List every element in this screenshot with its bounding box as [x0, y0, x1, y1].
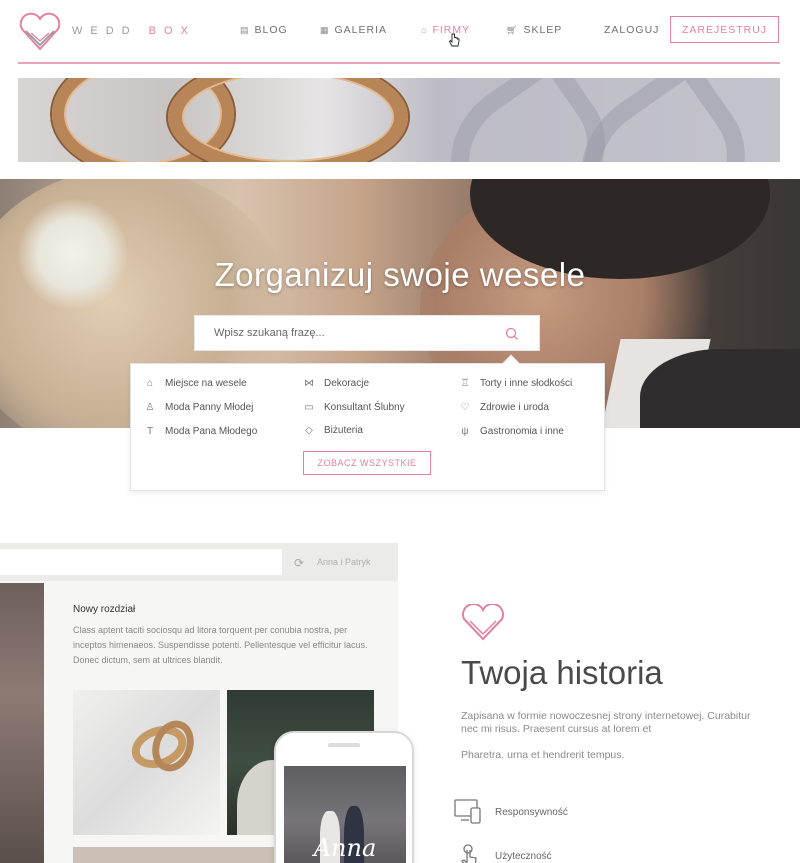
category-label: Dekoracje: [324, 378, 370, 389]
search-input[interactable]: [214, 327, 494, 339]
feature-label: Użyteczność: [495, 850, 552, 862]
category-item[interactable]: ♙ Moda Panny Młodej: [144, 402, 254, 413]
category-label: Miejsce na wesele: [165, 378, 247, 389]
header-divider: [18, 62, 780, 64]
login-label: ZALOGUJ: [604, 24, 660, 36]
refresh-icon: ⟳: [294, 556, 305, 570]
logo-text-part1: WEDD: [72, 25, 138, 37]
hand-cursor-icon: [448, 33, 460, 47]
store-icon: ⌂: [421, 25, 428, 35]
category-label: Moda Pana Młodego: [165, 426, 258, 437]
category-item[interactable]: ψ Gastronomia i inne: [459, 426, 564, 437]
feature-responsive: Responsywność: [453, 798, 568, 826]
nav-blog-label: BLOG: [254, 24, 288, 36]
nav-blog[interactable]: ▤ BLOG: [240, 24, 288, 36]
tie-icon: T: [146, 426, 154, 437]
diamond-icon: ◇: [305, 425, 313, 436]
mockup-chapter-title: Nowy rozdział: [73, 604, 136, 615]
feature-usability: Użyteczność: [453, 843, 552, 863]
cutlery-icon: ψ: [461, 426, 469, 437]
mockup-chapter-text: Class aptent taciti sociosqu ad litora t…: [73, 625, 368, 665]
category-dropdown: ⌂ Miejsce na wesele ♙ Moda Panny Młodej TM…: [130, 354, 605, 491]
hero-title: Zorganizuj swoje wesele: [214, 256, 586, 293]
logo-text: WEDD BOX: [72, 25, 196, 37]
category-item[interactable]: ▭ Konsultant Ślubny: [303, 402, 405, 413]
phone-name: Anna: [313, 834, 377, 862]
story-text-2: Pharetra. urna et hendrerit tempus.: [461, 749, 625, 761]
heart-icon: ♡: [460, 402, 470, 413]
touch-icon: [461, 844, 477, 863]
heart-outline-icon: [462, 604, 504, 641]
cake-icon: ♖: [460, 378, 470, 389]
category-label: Moda Panny Młodej: [165, 402, 254, 413]
phone-screen: Anna: [284, 766, 406, 863]
category-item[interactable]: ⋈ Dekoracje: [303, 378, 369, 389]
login-link[interactable]: ZALOGUJ: [604, 24, 659, 36]
dress-icon: ♙: [145, 402, 155, 413]
category-item[interactable]: ♖ Torty i inne słodkości: [459, 378, 573, 389]
banner-image: [18, 78, 780, 162]
category-item[interactable]: T Moda Pana Młodego: [144, 426, 257, 437]
category-label: Torty i inne słodkości: [480, 378, 573, 389]
search-icon[interactable]: [505, 327, 519, 341]
house-icon: ⌂: [146, 378, 154, 389]
register-button[interactable]: ZAREJESTRUJ: [670, 16, 779, 43]
search-box: [194, 315, 540, 351]
heart-logo-icon: [19, 12, 61, 51]
category-item[interactable]: ◇ Biżuteria: [303, 425, 363, 436]
mockup-photo: [73, 847, 274, 863]
feature-label: Responsywność: [495, 806, 568, 818]
mockup-address-bar: [0, 549, 282, 575]
nav-galeria[interactable]: ▦ GALERIA: [320, 24, 387, 36]
bow-icon: ⋈: [304, 378, 314, 389]
mockup-toolbar: ⟳ Anna i Patryk: [0, 543, 398, 581]
ring-shape: [168, 78, 408, 162]
category-label: Biżuteria: [324, 425, 363, 436]
nav-galeria-label: GALERIA: [334, 24, 388, 36]
category-item[interactable]: ♡ Zdrowie i uroda: [459, 402, 549, 413]
nav-firmy[interactable]: ⌂ FIRMY: [421, 24, 470, 36]
header: WEDD BOX ▤ BLOG ▦ GALERIA ⌂ FIRMY 🛒︎ SKLEP Z…: [0, 0, 800, 64]
consultant-icon: ▭: [304, 402, 314, 413]
document-icon: ▤: [240, 24, 250, 35]
phone-mockup: Anna: [274, 731, 414, 863]
category-label: Gastronomia i inne: [480, 426, 564, 437]
category-label: Zdrowie i uroda: [480, 402, 549, 413]
category-label: Konsultant Ślubny: [324, 402, 405, 413]
devices-icon: [454, 799, 481, 824]
phone-speaker: [328, 743, 360, 747]
category-item[interactable]: ⌂ Miejsce na wesele: [144, 378, 247, 389]
mockup-photo: [0, 583, 44, 863]
logo-text-part2: BOX: [148, 25, 196, 37]
nav-sklep-label: SKLEP: [523, 24, 563, 36]
mockup-user: Anna i Patryk: [317, 557, 371, 567]
nav-sklep[interactable]: 🛒︎ SKLEP: [506, 24, 562, 36]
cart-icon: 🛒︎: [506, 24, 519, 35]
story-title: Twoja historia: [461, 654, 663, 691]
logo[interactable]: WEDD BOX: [18, 9, 196, 53]
see-all-button[interactable]: ZOBACZ WSZYSTKIE: [303, 451, 431, 475]
story-text: Zapisana w formie nowoczesnej strony int…: [461, 710, 751, 735]
grid-icon: ▦: [320, 24, 330, 35]
mockup-rings-photo: [73, 690, 220, 835]
